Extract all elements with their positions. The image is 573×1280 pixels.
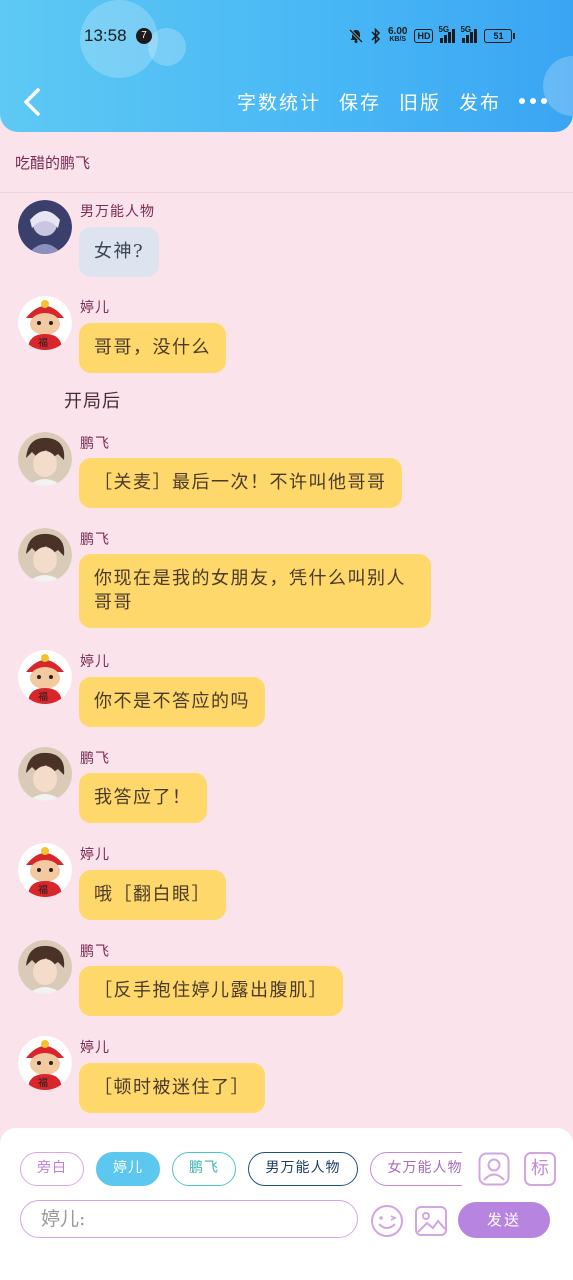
role-chip-clip: 女万能人物 bbox=[370, 1152, 462, 1186]
signal-5g-icon: 5G bbox=[460, 25, 478, 43]
user-role-icon[interactable] bbox=[478, 1152, 510, 1186]
message-bubble[interactable]: ［关麦］最后一次！不许叫他哥哥 bbox=[79, 458, 402, 508]
message-bubble[interactable]: ［反手抱住婷儿露出腹肌］ bbox=[79, 966, 343, 1016]
bluetooth-icon bbox=[371, 28, 381, 44]
message-input[interactable]: 婷儿: bbox=[20, 1200, 358, 1238]
message-bubble[interactable]: 你不是不答应的吗 bbox=[79, 677, 265, 727]
decor-bubble bbox=[543, 56, 573, 116]
message-bubble[interactable]: 哦［翻白眼］ bbox=[79, 870, 226, 920]
send-button[interactable]: 发送 bbox=[458, 1202, 550, 1238]
sender-name: 男万能人物 bbox=[80, 204, 155, 220]
message-bubble[interactable]: 女神? bbox=[79, 227, 160, 277]
divider bbox=[0, 192, 573, 193]
svg-text:福: 福 bbox=[38, 690, 48, 703]
role-chip-narrator[interactable]: 旁白 bbox=[20, 1152, 84, 1186]
avatar-male-generic[interactable] bbox=[18, 200, 72, 254]
message-bubble[interactable]: 我答应了！ bbox=[79, 773, 207, 823]
tag-mark-icon[interactable]: 标 bbox=[524, 1152, 556, 1186]
avatar-tinger[interactable]: 福 bbox=[18, 650, 72, 704]
old-version-button[interactable]: 旧版 bbox=[399, 88, 441, 115]
toolbar-actions: 字数统计 保存 旧版 发布 bbox=[237, 88, 501, 115]
avatar-pengfei[interactable] bbox=[18, 528, 72, 582]
image-icon[interactable] bbox=[414, 1204, 448, 1238]
avatar-pengfei[interactable] bbox=[18, 432, 72, 486]
message-bubble[interactable]: ［顿时被迷住了］ bbox=[79, 1063, 265, 1113]
avatar-pengfei[interactable] bbox=[18, 940, 72, 994]
more-icon[interactable] bbox=[519, 98, 547, 104]
avatar-tinger[interactable]: 福 bbox=[18, 843, 72, 897]
message-bubble[interactable]: 哥哥，没什么 bbox=[79, 323, 226, 373]
avatar-tinger[interactable]: 福 bbox=[18, 296, 72, 350]
sender-name: 婷儿 bbox=[80, 1040, 110, 1056]
sender-name: 鹏飞 bbox=[80, 944, 110, 960]
signal-5g-icon: 5G bbox=[438, 25, 456, 43]
sender-name: 婷儿 bbox=[80, 847, 110, 863]
hd-icon: HD bbox=[414, 29, 434, 43]
notification-badge: 7 bbox=[136, 28, 152, 44]
publish-button[interactable]: 发布 bbox=[459, 88, 501, 115]
avatar-pengfei[interactable] bbox=[18, 747, 72, 801]
sender-name: 鹏飞 bbox=[80, 436, 110, 452]
svg-text:福: 福 bbox=[38, 1076, 48, 1089]
message-bubble[interactable]: 你现在是我的女朋友，凭什么叫别人哥哥 bbox=[79, 554, 431, 628]
composer-panel: 旁白 婷儿 鹏飞 男万能人物 女万能人物 标 婷儿: 发送 bbox=[0, 1128, 573, 1280]
role-chip-tinger[interactable]: 婷儿 bbox=[96, 1152, 160, 1186]
decor-bubble bbox=[148, 28, 186, 66]
sender-name: 婷儿 bbox=[80, 300, 110, 316]
back-icon[interactable] bbox=[18, 86, 48, 118]
role-chip-male-generic[interactable]: 男万能人物 bbox=[248, 1152, 358, 1186]
chat-title[interactable]: 吃醋的鹏飞 bbox=[15, 152, 90, 173]
sender-name: 鹏飞 bbox=[80, 532, 110, 548]
save-button[interactable]: 保存 bbox=[339, 88, 381, 115]
sender-name: 婷儿 bbox=[80, 654, 110, 670]
sender-name: 鹏飞 bbox=[80, 751, 110, 767]
narration-text[interactable]: 开局后 bbox=[64, 387, 121, 413]
battery-icon: 51 bbox=[484, 29, 516, 43]
emoji-icon[interactable] bbox=[370, 1204, 404, 1238]
avatar-tinger[interactable]: 福 bbox=[18, 1036, 72, 1090]
status-time: 13:58 bbox=[84, 26, 127, 45]
role-chip-pengfei[interactable]: 鹏飞 bbox=[172, 1152, 236, 1186]
svg-text:福: 福 bbox=[38, 883, 48, 896]
net-speed: 6.00 KB/S bbox=[388, 26, 408, 44]
svg-text:福: 福 bbox=[38, 336, 48, 349]
role-chip-female-generic[interactable]: 女万能人物 bbox=[370, 1152, 462, 1186]
word-count-button[interactable]: 字数统计 bbox=[237, 88, 321, 115]
status-icons: 6.00 KB/S HD 5G 5G 51 bbox=[348, 25, 516, 46]
mute-bell-icon bbox=[348, 28, 364, 44]
top-header: 13:58 7 6.00 KB/S HD 5G 5G 51 字数统计 保存 旧版… bbox=[0, 0, 573, 132]
